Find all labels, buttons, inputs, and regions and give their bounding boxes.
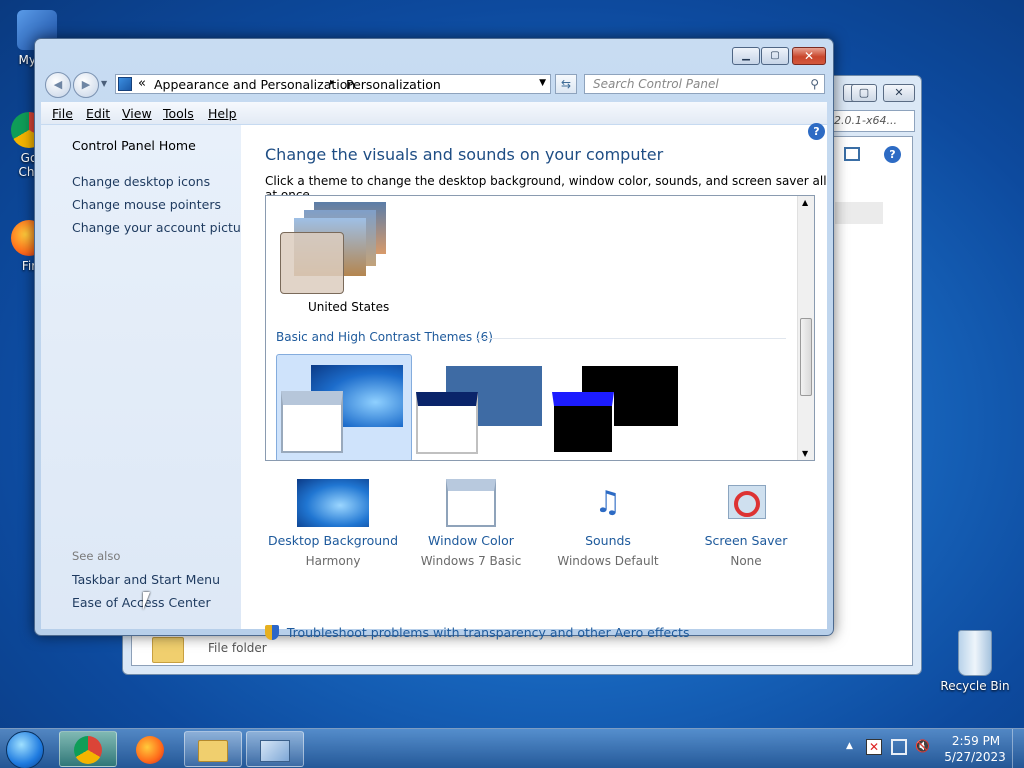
- action-center-icon[interactable]: ✕: [866, 739, 882, 755]
- recent-pages-chevron-icon[interactable]: ▼: [101, 79, 107, 88]
- theme-preview-window: [280, 232, 344, 294]
- page-title: Change the visuals and sounds on your co…: [265, 145, 664, 164]
- theme-list: United States Basic and High Contrast Th…: [265, 195, 815, 461]
- volume-muted-icon[interactable]: 🔇: [915, 739, 931, 755]
- control-panel-icon: [260, 740, 290, 762]
- show-desktop-button[interactable]: [1012, 729, 1024, 768]
- see-also-heading: See also: [72, 549, 121, 563]
- basic-themes-group-label: Basic and High Contrast Themes (6): [276, 330, 786, 344]
- sidebar-change-mouse-pointers[interactable]: Change mouse pointers: [72, 197, 221, 212]
- menu-bar: File Edit View Tools Help: [41, 102, 827, 124]
- file-folder-label: File folder: [208, 641, 267, 655]
- theme-windows-classic[interactable]: [416, 354, 552, 460]
- theme-preview-window: [281, 391, 343, 453]
- bg-search-text: 2.0.1-x64...: [834, 114, 897, 127]
- group-divider: [476, 338, 786, 339]
- content-pane: ? Change the visuals and sounds on your …: [241, 123, 827, 640]
- screen-saver-icon: [722, 479, 770, 527]
- desktop-background-button[interactable]: Desktop Background Harmony: [253, 479, 413, 568]
- theme-label: United States: [308, 300, 390, 314]
- bg-close-button[interactable]: ✕: [883, 84, 915, 102]
- taskbar-control-panel[interactable]: [246, 731, 304, 767]
- personalization-window[interactable]: ▁ ▢ ✕ ◀ ▶ ▼ « Appearance and Personaliza…: [34, 38, 834, 640]
- desktop-icon-label: Recycle Bin: [940, 679, 1010, 693]
- sidebar-ease-of-access-center[interactable]: Ease of Access Center: [72, 595, 211, 610]
- menu-edit[interactable]: Edit: [86, 106, 110, 121]
- help-icon[interactable]: ?: [884, 146, 901, 163]
- window-color-icon: [446, 479, 496, 527]
- menu-help[interactable]: Help: [208, 106, 237, 121]
- theme-preview-window: [552, 392, 614, 454]
- scrollbar-thumb[interactable]: [800, 318, 812, 396]
- folder-icon: [198, 740, 228, 762]
- menu-tools[interactable]: Tools: [163, 106, 194, 121]
- taskbar-explorer[interactable]: [184, 731, 242, 767]
- search-input[interactable]: Search Control Panel ⚲: [584, 74, 825, 94]
- theme-united-states[interactable]: United States: [276, 198, 406, 318]
- breadcrumb-appearance[interactable]: Appearance and Personalization: [154, 77, 355, 92]
- scroll-down-icon[interactable]: ▼: [802, 449, 808, 458]
- start-button[interactable]: [6, 731, 44, 768]
- breadcrumb-separator-icon[interactable]: ▸: [330, 77, 335, 88]
- troubleshoot-link[interactable]: Troubleshoot problems with transparency …: [265, 625, 689, 640]
- sidebar-control-panel-home[interactable]: Control Panel Home: [72, 138, 196, 153]
- sidebar-change-account-picture[interactable]: Change your account picture: [72, 220, 253, 235]
- search-icon[interactable]: ⚲: [810, 77, 819, 91]
- clock-date[interactable]: 5/27/2023: [944, 750, 1006, 764]
- minimize-button[interactable]: ▁: [732, 47, 760, 65]
- bg-pane-icon: [844, 147, 860, 161]
- chrome-icon: [74, 736, 102, 764]
- bg-search-box[interactable]: 2.0.1-x64...: [829, 110, 915, 132]
- taskbar: ▲ ✕ 🔇 2:59 PM 5/27/2023: [0, 728, 1024, 768]
- menu-file[interactable]: File: [52, 106, 73, 121]
- breadcrumb-personalization[interactable]: Personalization: [346, 77, 441, 92]
- theme-high-contrast[interactable]: [552, 354, 688, 460]
- search-placeholder: Search Control Panel: [593, 77, 719, 91]
- sidebar-change-desktop-icons[interactable]: Change desktop icons: [72, 174, 210, 189]
- taskbar-firefox[interactable]: [121, 731, 179, 767]
- sidebar: Control Panel Home Change desktop icons …: [41, 125, 253, 629]
- recycle-bin-icon: [958, 630, 992, 676]
- taskbar-chrome[interactable]: [59, 731, 117, 767]
- refresh-button[interactable]: ⇆: [555, 74, 577, 94]
- menu-view[interactable]: View: [122, 106, 152, 121]
- screen-saver-button[interactable]: Screen Saver None: [666, 479, 826, 568]
- desktop-icon-recycle-bin[interactable]: Recycle Bin: [940, 630, 1010, 693]
- bg-item-highlight: [835, 202, 883, 224]
- sidebar-taskbar-start-menu[interactable]: Taskbar and Start Menu: [72, 572, 220, 587]
- help-icon[interactable]: ?: [808, 123, 825, 140]
- breadcrumb-root[interactable]: «: [138, 76, 146, 91]
- theme-preview-window: [416, 392, 478, 454]
- mouse-cursor-icon: [143, 592, 150, 610]
- desktop-background-icon: [297, 479, 369, 527]
- shield-icon: [265, 625, 279, 640]
- sounds-button[interactable]: ♫ Sounds Windows Default: [528, 479, 688, 568]
- folder-icon: [152, 637, 184, 663]
- back-button[interactable]: ◀: [45, 72, 71, 98]
- forward-button[interactable]: ▶: [73, 72, 99, 98]
- show-hidden-icons-icon[interactable]: ▲: [846, 741, 853, 751]
- network-icon[interactable]: [891, 739, 907, 755]
- theme-windows-7-basic[interactable]: [276, 354, 412, 460]
- bg-restore-button[interactable]: ▢: [851, 84, 877, 102]
- firefox-icon: [136, 736, 164, 764]
- scroll-up-icon[interactable]: ▲: [802, 198, 808, 207]
- control-panel-icon: [118, 77, 132, 91]
- address-dropdown-icon[interactable]: ▼: [539, 78, 546, 88]
- maximize-button[interactable]: ▢: [761, 47, 789, 65]
- sounds-icon: ♫: [594, 485, 622, 520]
- clock-time[interactable]: 2:59 PM: [948, 734, 1004, 748]
- close-button[interactable]: ✕: [792, 47, 826, 65]
- theme-list-scrollbar[interactable]: ▲ ▼: [797, 196, 814, 460]
- address-bar[interactable]: « Appearance and Personalization ▸ Perso…: [115, 74, 551, 94]
- window-color-button[interactable]: Window Color Windows 7 Basic: [391, 479, 551, 568]
